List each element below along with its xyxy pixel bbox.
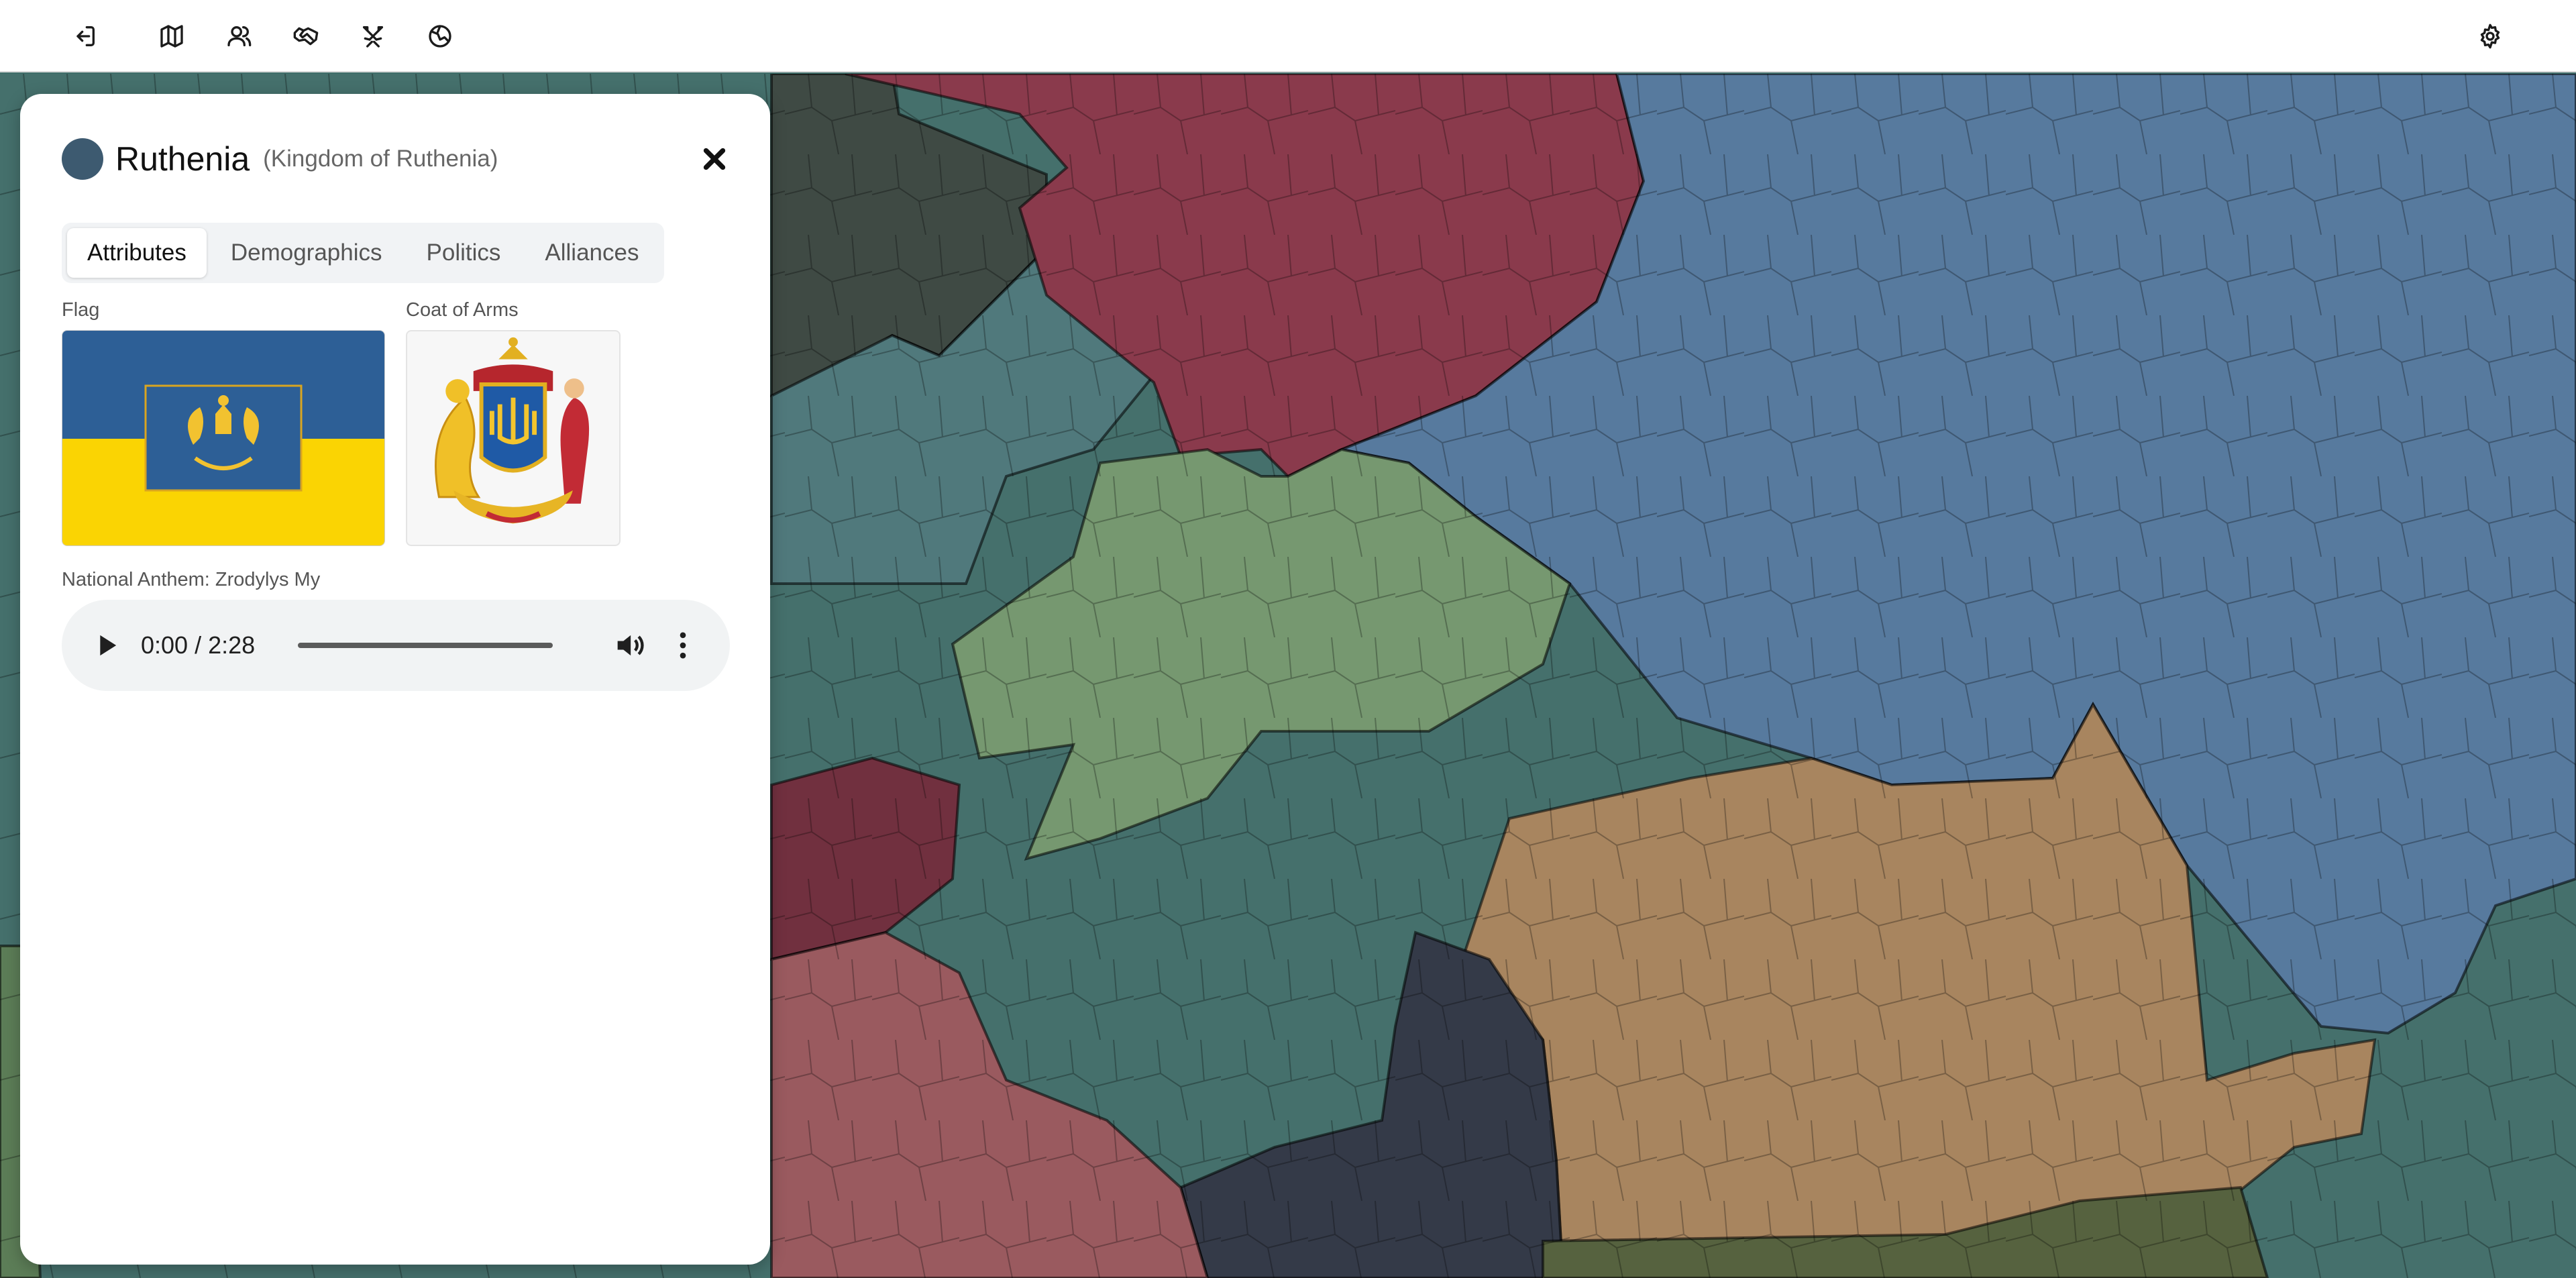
more-options-button[interactable]	[665, 628, 700, 663]
diplomacy-button[interactable]	[286, 16, 326, 56]
top-toolbar	[0, 0, 2576, 72]
exit-button[interactable]	[64, 16, 105, 56]
people-button[interactable]	[219, 16, 259, 56]
flag-label: Flag	[62, 299, 100, 321]
audio-progress-bar[interactable]	[298, 643, 553, 648]
crossed-swords-icon	[363, 26, 383, 48]
country-color-dot	[62, 138, 103, 180]
gear-icon	[2480, 23, 2500, 49]
tab-demographics[interactable]: Demographics	[211, 228, 402, 278]
volume-button[interactable]	[612, 628, 647, 663]
settings-button[interactable]	[2470, 16, 2510, 56]
tab-attributes[interactable]: Attributes	[67, 228, 207, 278]
users-icon	[227, 26, 252, 47]
map-icon	[160, 25, 183, 48]
coat-of-arms-label: Coat of Arms	[406, 299, 519, 321]
close-button[interactable]	[698, 142, 731, 176]
handshake-icon	[293, 27, 319, 46]
anthem-label: National Anthem: Zrodylys My	[62, 569, 321, 590]
country-flag	[62, 330, 385, 546]
country-name: Ruthenia	[115, 140, 250, 178]
play-button[interactable]	[89, 628, 123, 663]
flag-image	[62, 331, 384, 545]
tab-alliances[interactable]: Alliances	[525, 228, 659, 278]
exit-icon	[76, 26, 95, 47]
coat-of-arms	[406, 330, 621, 546]
country-full-name: (Kingdom of Ruthenia)	[263, 146, 498, 172]
more-vertical-icon	[680, 632, 686, 659]
play-icon	[100, 635, 117, 656]
tab-bar: Attributes Demographics Politics Allianc…	[62, 223, 664, 283]
world-button[interactable]	[420, 16, 460, 56]
map-button[interactable]	[152, 16, 192, 56]
coat-of-arms-image	[435, 337, 590, 524]
war-button[interactable]	[353, 16, 393, 56]
globe-icon	[429, 25, 451, 48]
tab-politics[interactable]: Politics	[407, 228, 521, 278]
audio-time: 0:00 / 2:28	[141, 631, 256, 659]
volume-icon	[617, 635, 644, 656]
anthem-audio-player: 0:00 / 2:28	[62, 600, 730, 691]
close-icon	[703, 148, 726, 170]
country-panel: Ruthenia (Kingdom of Ruthenia) Attribute…	[20, 94, 770, 1265]
